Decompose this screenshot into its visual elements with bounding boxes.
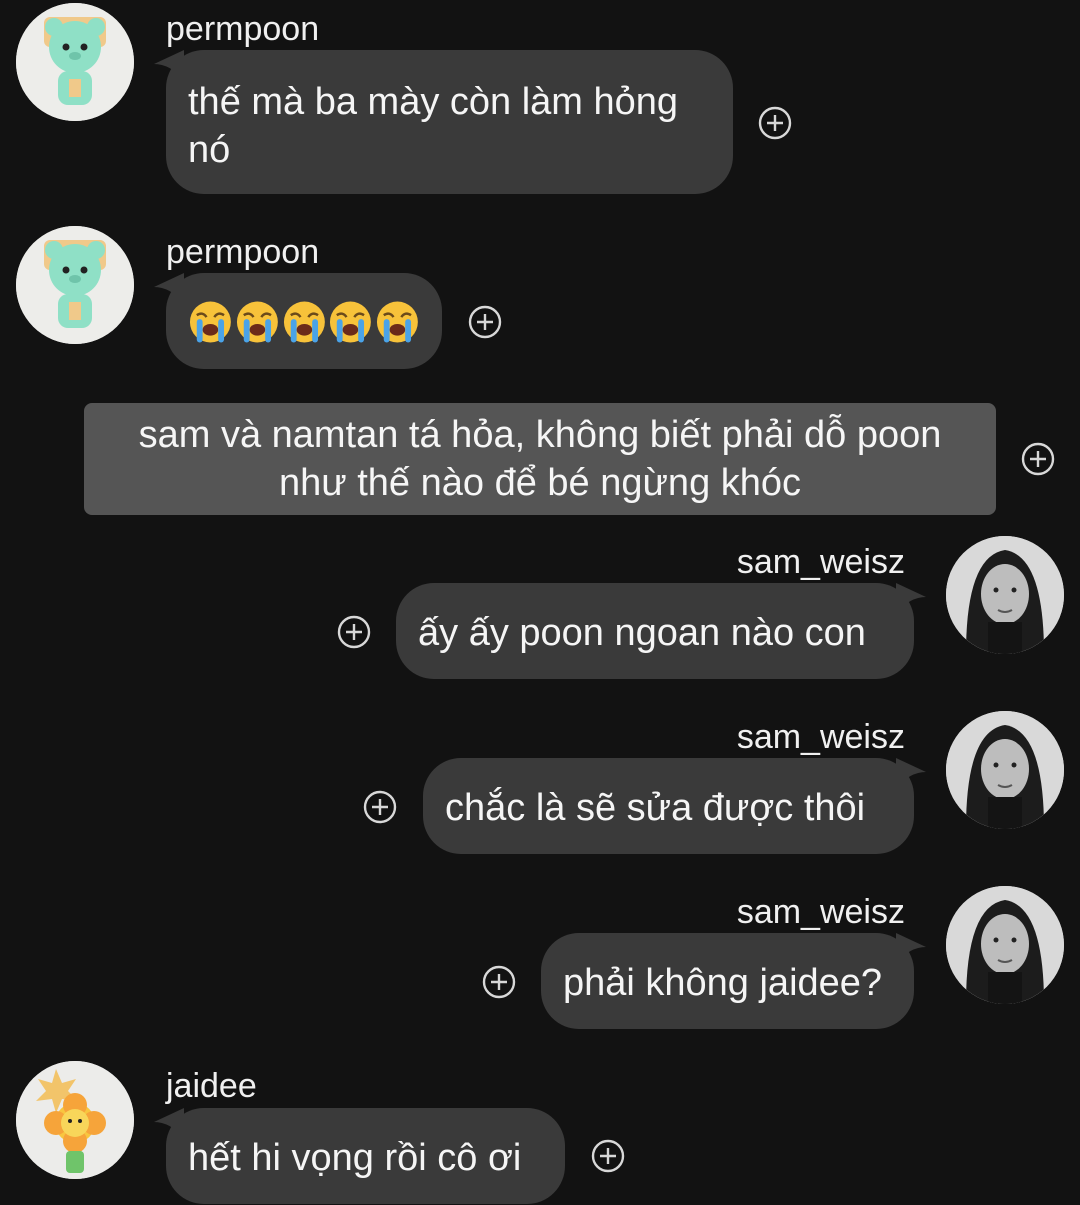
avatar-sam-weisz[interactable] <box>946 536 1064 654</box>
loudly-crying-face-icon <box>236 301 278 343</box>
message-text: chắc là sẽ sửa được thôi <box>445 787 866 829</box>
loudly-crying-face-icon <box>330 301 372 343</box>
message-bubble[interactable]: phải không jaidee? <box>541 933 926 1029</box>
narration-box[interactable]: sam và namtan tá hỏa, không biết phải dỗ… <box>84 403 996 515</box>
message-text: phải không jaidee? <box>563 962 883 1004</box>
sender-name: jaidee <box>166 1067 257 1105</box>
sender-name: permpoon <box>166 10 320 48</box>
plus-circle-icon <box>468 305 502 339</box>
message-bubble[interactable]: 😭😭😭😭😭 <box>154 273 442 369</box>
loudly-crying-face-icon <box>377 301 419 343</box>
add-reaction-button[interactable] <box>363 790 397 824</box>
portrait-avatar-icon <box>946 711 1064 829</box>
add-reaction-button[interactable] <box>337 615 371 649</box>
flower-cookie-avatar-icon <box>16 1061 134 1179</box>
add-reaction-button[interactable] <box>482 965 516 999</box>
sender-name: sam_weisz <box>736 718 905 756</box>
add-reaction-button[interactable] <box>1021 442 1055 476</box>
mint-bear-avatar-icon <box>16 3 134 121</box>
plus-circle-icon <box>591 1139 625 1173</box>
add-reaction-button[interactable] <box>468 305 502 339</box>
sender-name: permpoon <box>166 233 320 271</box>
mint-bear-avatar-icon <box>16 226 134 344</box>
message-bubble[interactable]: ấy ấy poon ngoan nào con <box>396 583 926 679</box>
bubble-tail <box>896 758 926 788</box>
sender-name: sam_weisz <box>736 543 905 581</box>
message-bubble[interactable]: chắc là sẽ sửa được thôi <box>423 758 926 854</box>
crying-emoji-row <box>188 295 420 345</box>
loudly-crying-face-icon <box>283 301 325 343</box>
avatar-sam-weisz[interactable] <box>946 711 1064 829</box>
bubble-tail <box>896 583 926 613</box>
loudly-crying-face-icon <box>189 301 231 343</box>
bubble-tail <box>154 50 184 80</box>
bubble-tail <box>896 933 926 963</box>
avatar-permpoon[interactable] <box>16 3 134 121</box>
avatar-permpoon[interactable] <box>16 226 134 344</box>
plus-circle-icon <box>482 965 516 999</box>
bubble-tail <box>154 1108 184 1138</box>
narration-text: sam và namtan tá hỏa, không biết phải dỗ… <box>138 414 942 504</box>
message-text: thế mà ba mày còn làm hỏng nó <box>188 81 679 171</box>
message-bubble[interactable]: hết hi vọng rồi cô ơi <box>154 1108 565 1204</box>
message-text: hết hi vọng rồi cô ơi <box>188 1137 522 1179</box>
plus-circle-icon <box>363 790 397 824</box>
add-reaction-button[interactable] <box>758 106 792 140</box>
plus-circle-icon <box>337 615 371 649</box>
message-text: ấy ấy poon ngoan nào con <box>418 612 866 654</box>
plus-circle-icon <box>1021 442 1055 476</box>
avatar-jaidee[interactable] <box>16 1061 134 1179</box>
avatar-sam-weisz[interactable] <box>946 886 1064 1004</box>
add-reaction-button[interactable] <box>591 1139 625 1173</box>
sender-name: sam_weisz <box>736 893 905 931</box>
bubble-tail <box>154 273 184 303</box>
portrait-avatar-icon <box>946 536 1064 654</box>
plus-circle-icon <box>758 106 792 140</box>
message-bubble[interactable]: thế mà ba mày còn làm hỏng nó <box>154 50 733 194</box>
portrait-avatar-icon <box>946 886 1064 1004</box>
